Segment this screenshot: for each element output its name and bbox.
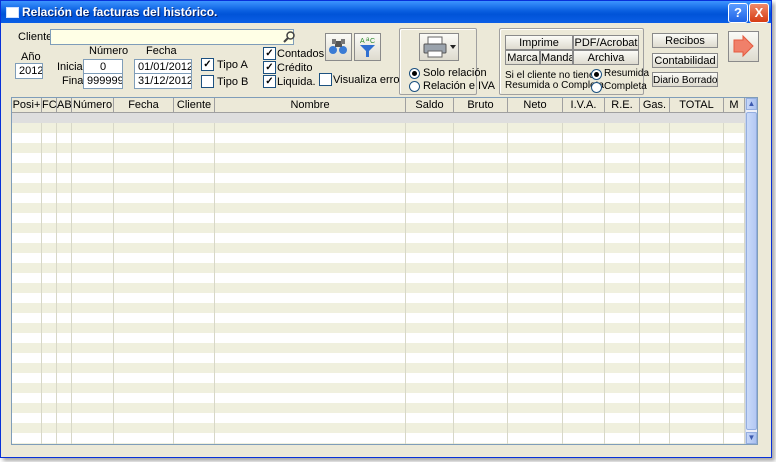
imprime-button[interactable]: Imprime — [505, 35, 573, 50]
fecha-final-input[interactable]: 31/12/2012 — [134, 73, 192, 89]
svg-text:A: A — [360, 38, 365, 45]
table-column — [12, 113, 42, 444]
ano-label: Año — [21, 51, 41, 63]
table-column — [57, 113, 72, 444]
tipo-a-label: Tipo A — [217, 59, 248, 71]
table-column — [563, 113, 605, 444]
ano-input[interactable]: 2012 — [15, 63, 43, 79]
resumida-label: Resumida — [604, 68, 650, 79]
scroll-thumb[interactable] — [746, 112, 757, 430]
window-icon — [6, 7, 19, 18]
column-header[interactable]: FC — [42, 98, 57, 112]
numero-header: Número — [89, 45, 129, 57]
invoice-table[interactable]: Posi+ FC AB Número Fecha Cliente Nombre Saldo Br… — [11, 97, 758, 445]
fecha-header: Fecha — [146, 45, 177, 57]
table-column — [605, 113, 640, 444]
column-header[interactable]: Fecha — [114, 98, 174, 112]
table-column — [215, 113, 406, 444]
tipo-a-checkbox[interactable]: ✓ — [201, 58, 214, 71]
column-header[interactable]: Saldo — [406, 98, 454, 112]
actions-group: Imprime PDF/Acrobat Marca Manda Archiva … — [499, 28, 649, 95]
exit-arrow-icon — [733, 34, 754, 58]
exit-button[interactable] — [728, 31, 759, 62]
column-header[interactable]: TOTAL — [670, 98, 724, 112]
sort-icon: A a C — [360, 37, 375, 57]
filter-icon — [329, 39, 347, 54]
liquida-checkbox[interactable]: ✓ — [263, 75, 276, 88]
table-column — [174, 113, 215, 444]
resumida-radio[interactable] — [591, 69, 602, 80]
column-header[interactable]: Nombre — [215, 98, 406, 112]
column-header[interactable]: AB — [57, 98, 72, 112]
manda-button[interactable]: Manda — [540, 50, 573, 65]
column-header[interactable]: Número — [72, 98, 114, 112]
main-window: Relación de facturas del histórico. ? X … — [0, 0, 772, 458]
svg-text:C: C — [370, 38, 375, 45]
window-title: Relación de facturas del histórico. — [22, 5, 218, 19]
contados-label: Contados — [277, 48, 325, 60]
marca-button[interactable]: Marca — [505, 50, 540, 65]
scroll-down-arrow-icon[interactable]: ▼ — [746, 432, 757, 444]
table-column — [42, 113, 57, 444]
numero-final-input[interactable]: 999999 — [83, 73, 123, 89]
title-bar[interactable]: Relación de facturas del histórico. ? X — [1, 1, 771, 23]
column-header[interactable]: M — [724, 98, 745, 112]
contabilidad-button[interactable]: Contabilidad — [652, 53, 718, 68]
tipo-b-checkbox[interactable] — [201, 75, 214, 88]
cliente-note-line2: Resumida o Completa — [505, 80, 604, 91]
column-header[interactable]: Cliente — [174, 98, 215, 112]
table-body[interactable] — [12, 113, 745, 444]
table-column — [406, 113, 454, 444]
credito-checkbox[interactable]: ✓ — [263, 61, 276, 74]
table-column — [640, 113, 670, 444]
table-column — [114, 113, 174, 444]
column-header[interactable]: Bruto — [454, 98, 508, 112]
table-header: Posi+ FC AB Número Fecha Cliente Nombre Saldo Br… — [12, 98, 745, 113]
table-column — [72, 113, 114, 444]
recibos-button[interactable]: Recibos — [652, 33, 718, 48]
completa-radio[interactable] — [591, 82, 602, 93]
solo-relacion-label: Solo relación — [423, 67, 487, 79]
cliente-input[interactable] — [50, 29, 294, 45]
contados-checkbox[interactable]: ✓ — [263, 47, 276, 60]
column-header[interactable]: Neto — [508, 98, 563, 112]
column-header[interactable]: Posi+ — [12, 98, 42, 112]
tipo-b-label: Tipo B — [217, 76, 249, 88]
archiva-button[interactable]: Archiva — [573, 50, 639, 65]
filter-button[interactable] — [325, 33, 352, 61]
help-button[interactable]: ? — [728, 3, 748, 23]
scroll-up-arrow-icon[interactable]: ▲ — [746, 98, 757, 110]
relacion-iva-label: Relación e IVA — [423, 80, 495, 92]
close-button[interactable]: X — [749, 3, 769, 23]
printer-icon — [423, 36, 456, 58]
table-column — [508, 113, 563, 444]
solo-relacion-radio[interactable] — [409, 68, 420, 79]
column-header[interactable]: I.V.A. — [563, 98, 605, 112]
table-column — [670, 113, 724, 444]
print-button[interactable] — [419, 33, 459, 61]
column-header[interactable]: Gas. — [640, 98, 670, 112]
completa-label: Completa — [604, 81, 647, 92]
sort-button[interactable]: A a C — [354, 33, 381, 61]
vertical-scrollbar[interactable]: ▲ ▼ — [745, 98, 757, 444]
liquida-label: Liquida. — [277, 76, 316, 88]
column-header[interactable]: R.E. — [605, 98, 640, 112]
visualiza-errores-checkbox[interactable] — [319, 73, 332, 86]
relacion-iva-radio[interactable] — [409, 81, 420, 92]
diario-borrador-button[interactable]: Diario Borrador — [652, 72, 718, 87]
search-icon[interactable] — [282, 30, 296, 44]
credito-label: Crédito — [277, 62, 313, 74]
print-options-group: Solo relación Relación e IVA — [399, 28, 495, 95]
pdf-acrobat-button[interactable]: PDF/Acrobat — [573, 35, 639, 50]
selected-row[interactable] — [12, 113, 745, 123]
table-column — [724, 113, 745, 444]
table-column — [454, 113, 508, 444]
